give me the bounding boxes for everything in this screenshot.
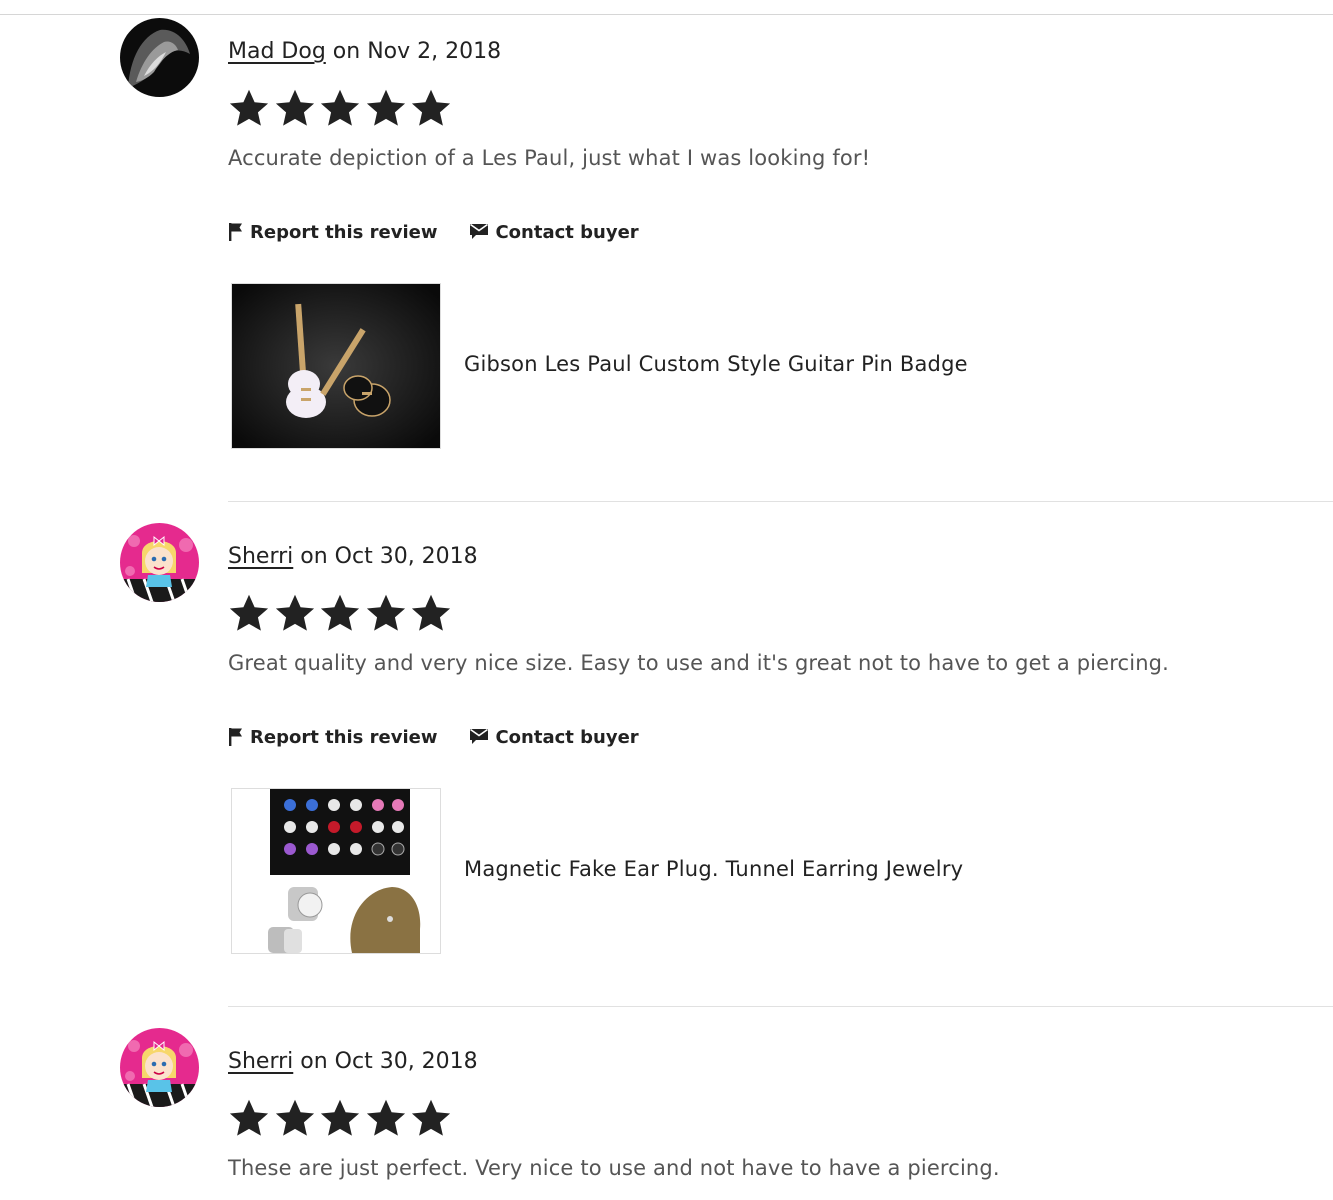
report-review-button[interactable]: Report this review [228, 222, 437, 243]
contact-buyer-label: Contact buyer [495, 726, 639, 748]
review-meta: Sherri on Oct 30, 2018 [228, 1047, 478, 1077]
flag-icon [229, 223, 242, 241]
review-date: on Nov 2, 2018 [332, 39, 502, 64]
review-item: Sherri on Oct 30, 2018 These are just pe… [0, 1025, 1333, 1200]
star-icon [411, 594, 451, 631]
reviewer-name-link[interactable]: Sherri [228, 1049, 293, 1074]
report-review-label: Report this review [250, 726, 438, 748]
review-divider [228, 1006, 1333, 1007]
star-icon [229, 89, 269, 126]
star-icon [229, 1099, 269, 1136]
review-meta: Sherri on Oct 30, 2018 [228, 542, 478, 572]
avatar-image [120, 18, 199, 97]
contact-buyer-button[interactable]: Contact buyer [469, 221, 639, 243]
star-icon [411, 1099, 451, 1136]
item-title-link[interactable]: Gibson Les Paul Custom Style Guitar Pin … [464, 349, 968, 379]
star-icon [320, 594, 360, 631]
review-text: Great quality and very nice size. Easy t… [228, 651, 1169, 675]
guitar-pin-image [232, 284, 440, 448]
flag-icon [229, 728, 242, 746]
review-date: on Oct 30, 2018 [300, 1049, 478, 1074]
review-meta: Mad Dog on Nov 2, 2018 [228, 37, 501, 67]
reviewer-name-link[interactable]: Mad Dog [228, 39, 326, 64]
item-thumbnail[interactable] [231, 283, 441, 449]
review-date: on Oct 30, 2018 [300, 544, 478, 569]
review-actions: Report this review Contact buyer [228, 218, 639, 246]
star-icon [229, 594, 269, 631]
star-icon [320, 1099, 360, 1136]
envelope-icon [470, 728, 489, 744]
reviewer-name-link[interactable]: Sherri [228, 544, 293, 569]
star-rating [228, 592, 456, 634]
star-rating [228, 87, 456, 129]
star-icon [275, 594, 314, 631]
reviewer-avatar[interactable] [120, 1028, 199, 1107]
reviewer-avatar[interactable] [120, 523, 199, 602]
star-icon [320, 89, 360, 126]
star-icon [366, 1099, 405, 1136]
item-title-link[interactable]: Magnetic Fake Ear Plug. Tunnel Earring J… [464, 854, 963, 884]
report-review-label: Report this review [250, 221, 438, 243]
report-review-button[interactable]: Report this review [228, 727, 437, 748]
star-icon [411, 89, 451, 126]
star-icon [275, 89, 314, 126]
ear-plug-image [232, 789, 440, 953]
envelope-icon [470, 223, 489, 239]
star-icon [275, 1099, 314, 1136]
star-icon [366, 594, 405, 631]
contact-buyer-button[interactable]: Contact buyer [469, 726, 639, 748]
review-divider [228, 501, 1333, 502]
review-actions: Report this review Contact buyer [228, 723, 639, 751]
item-thumbnail[interactable] [231, 788, 441, 954]
reviewer-avatar[interactable] [120, 18, 199, 97]
review-item: Mad Dog on Nov 2, 2018 Accurate depictio… [0, 15, 1333, 520]
avatar-image [120, 1028, 199, 1107]
review-item: Sherri on Oct 30, 2018 Great quality and… [0, 520, 1333, 1025]
avatar-image [120, 523, 199, 602]
contact-buyer-label: Contact buyer [495, 221, 639, 243]
review-text: Accurate depiction of a Les Paul, just w… [228, 146, 871, 170]
star-rating [228, 1097, 456, 1139]
review-text: These are just perfect. Very nice to use… [228, 1156, 1000, 1180]
star-icon [366, 89, 405, 126]
